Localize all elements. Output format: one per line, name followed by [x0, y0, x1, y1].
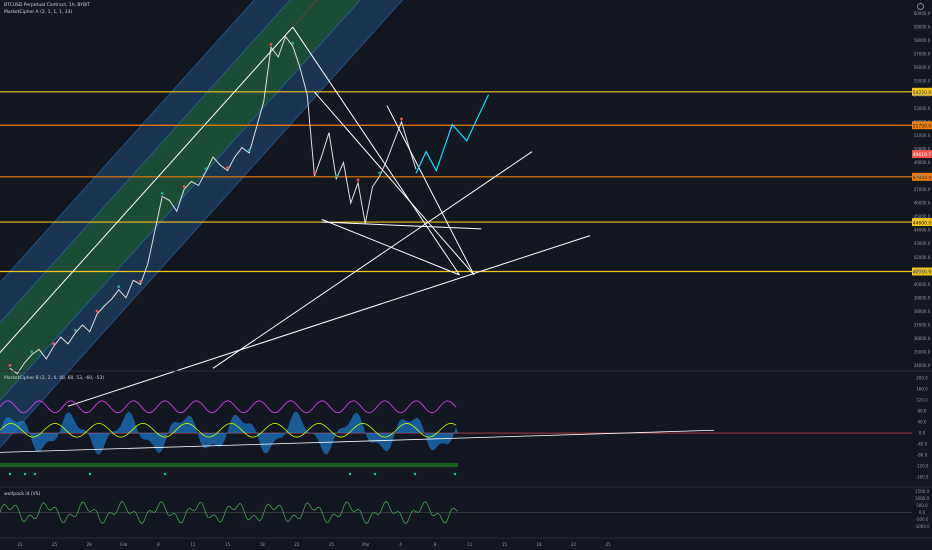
date-tick-label: 25: [52, 542, 58, 547]
signal-dot: [334, 174, 338, 178]
date-tick-label: 22: [571, 542, 577, 547]
indicator-b-label: MarketCipher B (2, 2, 4, 40, 60, 53, -60…: [4, 376, 105, 381]
price-tick-label: 60000.0: [914, 11, 931, 16]
indicator-b-dot: [348, 472, 352, 476]
signal-dot: [160, 191, 164, 195]
indicator-b-strip: [0, 463, 458, 467]
indicator-b-tick: 0.0: [919, 431, 926, 436]
indicator-c-tick: 1500.0: [915, 489, 929, 494]
price-tick-label: 35000.0: [914, 350, 931, 355]
indicator-b-dot: [373, 472, 377, 476]
price-tick-label: 55000.0: [914, 79, 931, 84]
price-tick-label: 53000.0: [914, 106, 931, 111]
price-tick-label: 43000.0: [914, 241, 931, 246]
indicator-b-tick: 200.0: [916, 375, 928, 380]
date-tick-label: Feb: [120, 542, 128, 547]
signal-dot: [30, 350, 34, 354]
date-tick-label: Mar: [362, 542, 370, 547]
price-tick-label: 58000.0: [914, 38, 931, 43]
signal-dot: [356, 178, 360, 182]
signal-dot: [269, 42, 273, 46]
price-tick-label: 51000.0: [914, 133, 931, 138]
price-tick-label: 46000.0: [914, 201, 931, 206]
date-tick-label: 11: [467, 542, 473, 547]
signal-dot: [204, 167, 208, 171]
indicator-b-dot: [453, 472, 457, 476]
indicator-b-tick: 40.0: [918, 419, 927, 424]
price-tick-label: 40000.0: [914, 282, 931, 287]
indicator-b-dot: [33, 472, 37, 476]
indicator-c-tick: 0.0: [919, 510, 926, 515]
indicator-b-tick: -160.0: [916, 475, 929, 480]
price-tick-label: 38000.0: [914, 309, 931, 314]
signal-dot: [182, 185, 186, 188]
gear-icon[interactable]: [917, 3, 924, 10]
date-tick-label: 25: [329, 542, 335, 547]
indicator-b-tick: 160.0: [916, 386, 928, 391]
signal-dot: [73, 328, 77, 332]
date-tick-label: 22: [294, 542, 300, 547]
signal-dot: [95, 309, 99, 313]
price-tick-label: 47000.0: [914, 187, 931, 192]
signal-dot: [378, 171, 382, 175]
signal-dot: [139, 279, 142, 283]
date-tick-label: 15: [225, 542, 231, 547]
signal-dot: [400, 117, 403, 121]
level-label: 44600.0: [913, 220, 932, 226]
price-tick-label: 44000.0: [914, 228, 931, 233]
price-tick-label: 45000.0: [914, 214, 931, 219]
indicator-b-tick: 80.0: [918, 408, 927, 413]
indicator-b-dot: [163, 472, 167, 476]
price-tick-label: 57000.0: [914, 52, 931, 57]
indicator-b-tick: 120.0: [916, 397, 928, 402]
indicator-b-tick: -40.0: [917, 442, 928, 447]
indicator-c-tick: -500.0: [916, 517, 929, 522]
date-tick-label: 29: [87, 542, 93, 547]
price-tick-label: 42000.0: [914, 255, 931, 260]
signal-dot: [247, 148, 251, 152]
price-tick-label: 52000.0: [914, 119, 931, 124]
indicator-c-tick: 1000.0: [915, 496, 929, 501]
date-tick-label: 18: [260, 542, 266, 547]
indicator-b-tick: -120.0: [916, 464, 929, 469]
date-tick-label: 8: [434, 542, 437, 547]
signal-dot: [117, 285, 121, 289]
indicator-b-dot: [413, 472, 417, 476]
indicator-b-dot: [23, 472, 27, 476]
date-tick-label: 11: [190, 542, 196, 547]
last-price-label: 49619.7: [913, 152, 932, 158]
indicator-c-label: wolfpack id (VS): [4, 492, 41, 497]
date-tick-label: 22: [17, 542, 23, 547]
price-chart[interactable]: 54220.051750.047940.044600.040950.060000…: [0, 0, 932, 550]
date-tick-label: 25: [606, 542, 612, 547]
indicator-b-tick: -80.0: [917, 453, 928, 458]
price-tick-label: 36000.0: [914, 336, 931, 341]
price-tick-label: 34000.0: [914, 363, 931, 368]
price-tick-label: 39000.0: [914, 295, 931, 300]
date-tick-label: 15: [502, 542, 508, 547]
price-tick-label: 59000.0: [914, 25, 931, 30]
price-tick-label: 56000.0: [914, 65, 931, 70]
chart-title: BTCUSD Perpetual Contract, 1h, BYBIT: [4, 3, 91, 8]
indicator-c-tick: -1000.0: [914, 524, 930, 529]
signal-dot: [313, 171, 316, 175]
price-tick-label: 48000.0: [914, 174, 931, 179]
indicator-b-dot: [8, 472, 12, 476]
price-tick-label: 54000.0: [914, 92, 931, 97]
indicator-a-label: MarketCipher A (2, 1, 1, 1, 33): [4, 10, 73, 15]
price-tick-label: 37000.0: [914, 322, 931, 327]
date-tick-label: 18: [536, 542, 542, 547]
date-tick-label: 8: [157, 542, 160, 547]
price-tick-label: 41000.0: [914, 268, 931, 273]
price-tick-label: 49000.0: [914, 160, 931, 165]
indicator-b-dot: [88, 472, 92, 476]
signal-dot: [226, 166, 229, 170]
indicator-c-tick: 500.0: [916, 503, 928, 508]
signal-dot: [8, 363, 12, 367]
signal-dot: [52, 342, 55, 346]
signal-dot: [291, 41, 295, 45]
